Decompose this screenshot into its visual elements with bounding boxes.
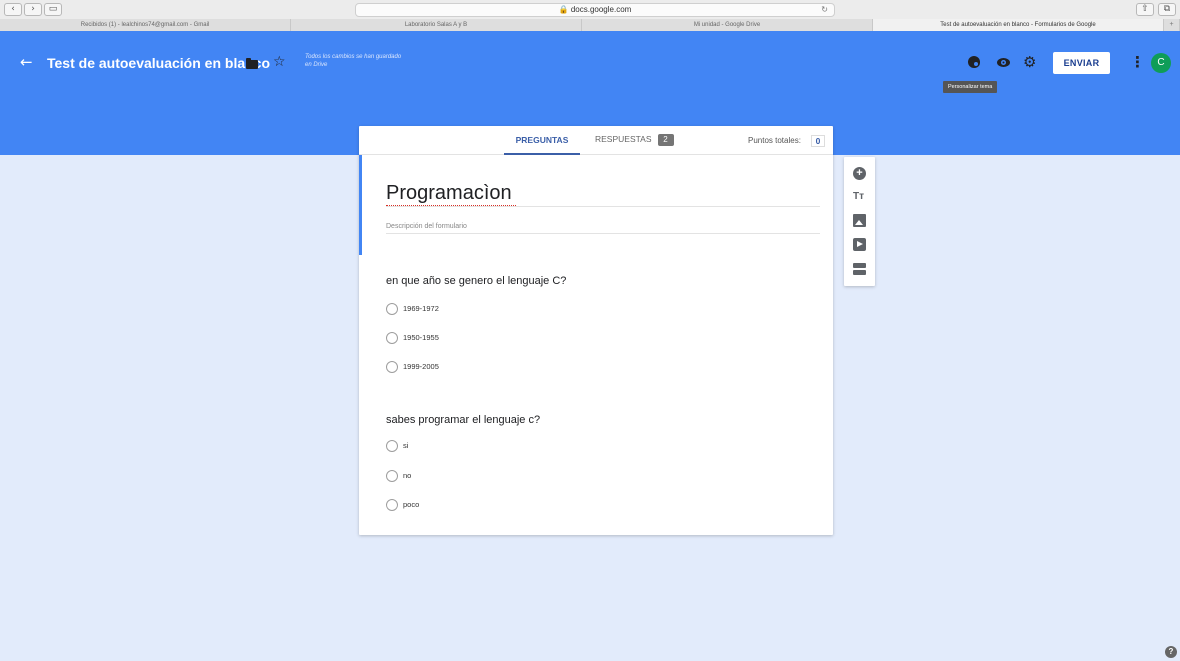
option-label: si (403, 441, 409, 450)
tabs-overview-icon[interactable]: ⧉ (1158, 3, 1176, 16)
section-icon[interactable] (853, 263, 866, 275)
tab-responses-label: RESPUESTAS (595, 134, 652, 144)
image-icon[interactable] (853, 214, 866, 227)
radio-button[interactable] (386, 303, 398, 315)
points-value[interactable]: 0 (811, 135, 825, 147)
radio-button[interactable] (386, 499, 398, 511)
sidebar-toggle-icon[interactable]: ▭ (44, 3, 62, 16)
description-divider (386, 233, 820, 234)
url-text: 🔒 docs.google.com (558, 5, 632, 14)
preview-eye-icon[interactable] (997, 58, 1010, 67)
back-nav-icon[interactable]: ‹ (4, 3, 22, 16)
points-label: Puntos totales: (748, 136, 801, 145)
radio-button[interactable] (386, 361, 398, 373)
option-item[interactable]: poco (386, 499, 419, 511)
address-bar[interactable]: 🔒 docs.google.com ↻ (355, 3, 835, 17)
option-label: poco (403, 500, 420, 509)
star-icon[interactable]: ☆ (273, 54, 286, 70)
new-tab-icon[interactable]: + (1164, 19, 1180, 31)
option-label: no (403, 471, 412, 480)
doc-title[interactable]: Test de autoevaluación en blanco (47, 55, 270, 71)
question-card[interactable]: en que año se genero el lenguaje C? 1969… (386, 274, 806, 373)
browser-nav: ‹ › ▭ (4, 3, 62, 16)
option-item[interactable]: 1999-2005 (386, 361, 439, 373)
back-arrow-icon[interactable]: ← (20, 55, 33, 70)
question-title[interactable]: en que año se genero el lenguaje C? (386, 274, 806, 288)
help-icon[interactable]: ? (1165, 646, 1177, 658)
browser-actions: ⇧ ⧉ (1136, 3, 1176, 16)
palette-icon[interactable] (968, 56, 980, 68)
form-card: PREGUNTAS RESPUESTAS 2 Puntos totales: 0 … (359, 126, 833, 535)
tab-responses[interactable]: RESPUESTAS 2 (595, 126, 674, 155)
browser-tab-gmail[interactable]: Recibidos (1) - lealchinos74@gmail.com -… (0, 19, 291, 31)
option-item[interactable]: si (386, 440, 408, 452)
title-divider (386, 206, 820, 207)
browser-tab-forms[interactable]: Test de autoevaluación en blanco - Formu… (873, 19, 1164, 31)
side-toolbar: + Tт (844, 157, 875, 286)
tab-questions[interactable]: PREGUNTAS (504, 126, 580, 155)
radio-button[interactable] (386, 332, 398, 344)
browser-toolbar: ‹ › ▭ 🔒 docs.google.com ↻ ⇧ ⧉ (0, 0, 1180, 19)
option-item[interactable]: 1969-1972 (386, 303, 439, 315)
theme-tooltip: Personalizar tema (943, 81, 998, 93)
form-title[interactable]: Programacìon (386, 181, 512, 205)
radio-button[interactable] (386, 470, 398, 482)
folder-icon[interactable] (246, 58, 258, 69)
option-item[interactable]: no (386, 470, 411, 482)
browser-tab-drive[interactable]: Mi unidad - Google Drive (582, 19, 873, 31)
saved-status: Todos los cambios se han guardado en Dri… (305, 54, 402, 68)
share-icon[interactable]: ⇧ (1136, 3, 1154, 16)
radio-button[interactable] (386, 440, 398, 452)
question-card[interactable]: sabes programar el lenguaje c? si no poc… (386, 413, 806, 511)
video-icon[interactable] (853, 238, 866, 251)
add-question-icon[interactable]: + (853, 167, 866, 180)
title-text-icon[interactable]: Tт (853, 190, 866, 203)
more-vert-icon[interactable]: ⋮ (1130, 55, 1145, 70)
option-label: 1969-1972 (403, 304, 439, 313)
option-label: 1950-1955 (403, 333, 439, 342)
title-section[interactable]: Programacìon Descripción del formulario (359, 155, 833, 255)
question-title[interactable]: sabes programar el lenguaje c? (386, 413, 806, 427)
form-description[interactable]: Descripción del formulario (386, 222, 467, 231)
forward-nav-icon[interactable]: › (24, 3, 42, 16)
gear-icon[interactable]: ⚙ (1023, 54, 1036, 70)
browser-chrome: ‹ › ▭ 🔒 docs.google.com ↻ ⇧ ⧉ Recibidos … (0, 0, 1180, 31)
responses-count-badge: 2 (657, 133, 674, 146)
avatar[interactable]: C (1151, 53, 1171, 73)
browser-tabs: Recibidos (1) - lealchinos74@gmail.com -… (0, 19, 1180, 31)
send-button[interactable]: ENVIAR (1053, 52, 1110, 74)
option-item[interactable]: 1950-1955 (386, 332, 439, 344)
card-tabs: PREGUNTAS RESPUESTAS 2 Puntos totales: 0 (359, 126, 833, 155)
option-label: 1999-2005 (403, 362, 439, 371)
reload-icon[interactable]: ↻ (821, 4, 828, 16)
browser-tab-laboratorio[interactable]: Laboratorio Salas A y B (291, 19, 582, 31)
